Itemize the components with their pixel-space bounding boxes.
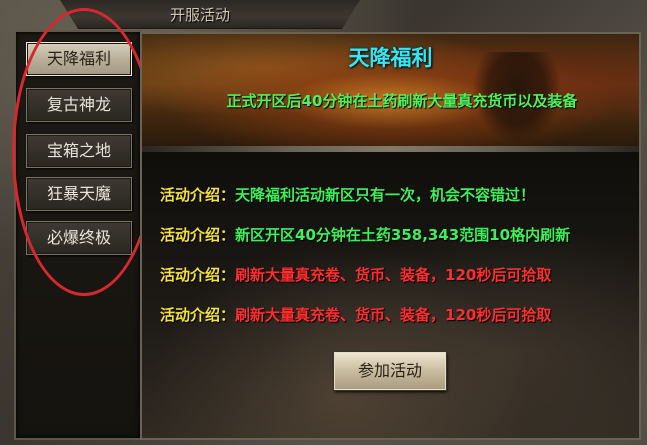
window-frame: 开服活动 天降福利 复古神龙 宝箱之地 狂暴天魔 必爆终极 天降福利 正式开区后… (0, 0, 647, 445)
join-activity-button[interactable]: 参加活动 (334, 352, 446, 390)
info-text: 刷新大量真充卷、货币、装备，120秒后可拾取 (235, 306, 552, 324)
info-text: 刷新大量真充卷、货币、装备，120秒后可拾取 (235, 266, 552, 284)
info-line: 活动介绍：刷新大量真充卷、货币、装备，120秒后可拾取 (160, 304, 551, 325)
tab-kuangbao-tianmo[interactable]: 狂暴天魔 (26, 177, 132, 211)
activity-tab-list: 天降福利 复古神龙 宝箱之地 狂暴天魔 必爆终极 (14, 30, 142, 440)
activity-title: 天降福利 (348, 46, 433, 70)
info-line: 活动介绍：天降福利活动新区只有一次，机会不容错过！ (160, 184, 535, 205)
info-label: 活动介绍： (160, 226, 236, 244)
title-bar: 开服活动 (60, 0, 360, 29)
info-label: 活动介绍： (160, 266, 236, 284)
info-line: 活动介绍：刷新大量真充卷、货币、装备，120秒后可拾取 (160, 264, 551, 285)
activity-subtitle: 正式开区后40分钟在土药刷新大量真充货币以及装备 (226, 92, 578, 110)
info-label: 活动介绍： (160, 186, 236, 204)
activity-detail-panel: 天降福利 正式开区后40分钟在土药刷新大量真充货币以及装备 活动介绍：天降福利活… (140, 32, 641, 440)
tab-bibao-zhongji[interactable]: 必爆终极 (26, 221, 132, 255)
info-text: 新区开区40分钟在土药358,343范围10格内刷新 (235, 226, 571, 244)
info-line: 活动介绍：新区开区40分钟在土药358,343范围10格内刷新 (160, 224, 570, 245)
info-text: 天降福利活动新区只有一次，机会不容错过！ (235, 186, 536, 204)
window-title: 开服活动 (170, 6, 231, 24)
tab-fugu-shenlong[interactable]: 复古神龙 (26, 88, 132, 122)
activity-banner: 天降福利 正式开区后40分钟在土药刷新大量真充货币以及装备 (142, 34, 639, 146)
tab-tianjiang-fuli[interactable]: 天降福利 (26, 42, 132, 76)
info-label: 活动介绍： (160, 306, 236, 324)
tab-baoxiang-zhidi[interactable]: 宝箱之地 (26, 134, 132, 168)
